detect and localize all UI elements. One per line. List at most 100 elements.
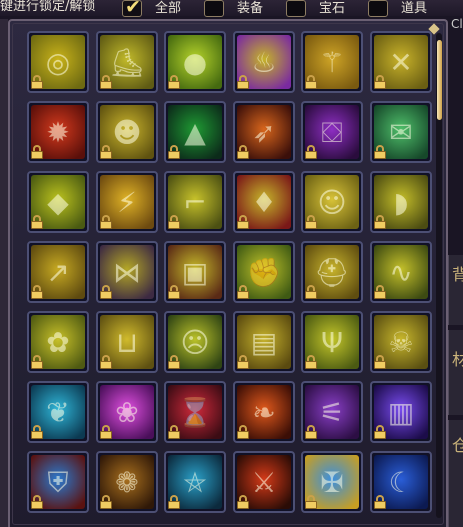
inventory-slot[interactable]: ⚟: [301, 381, 363, 443]
inventory-slot[interactable]: ↗: [27, 241, 89, 303]
inventory-slot[interactable]: ⛨: [27, 451, 89, 513]
lock-icon: [100, 425, 112, 439]
filter-all-label[interactable]: 全部: [155, 0, 181, 16]
lock-icon: [374, 355, 386, 369]
inventory-slot[interactable]: ✉: [370, 101, 432, 163]
inventory-slot[interactable]: ♨: [233, 31, 295, 93]
lock-icon: [237, 75, 249, 89]
inventory-slot[interactable]: ✕: [370, 31, 432, 93]
lock-icon: [237, 285, 249, 299]
lock-icon: [100, 145, 112, 159]
lock-icon: [305, 285, 317, 299]
lock-icon: [31, 495, 43, 509]
lock-icon: [374, 425, 386, 439]
inventory-slot[interactable]: ⛑: [301, 241, 363, 303]
lock-icon: [168, 425, 180, 439]
lock-icon: [168, 355, 180, 369]
inventory-slot[interactable]: ◗: [370, 171, 432, 233]
inventory-slot[interactable]: ▥: [370, 381, 432, 443]
lock-icon: [237, 215, 249, 229]
inventory-slot[interactable]: ❧: [233, 381, 295, 443]
inventory-slot[interactable]: ❀: [96, 381, 158, 443]
inventory-slot[interactable]: ✠: [301, 451, 363, 513]
inventory-slot[interactable]: ⚚: [301, 31, 363, 93]
filter-item-label[interactable]: 道具: [401, 0, 427, 16]
lock-icon: [237, 425, 249, 439]
lock-icon: [100, 495, 112, 509]
lock-icon: [31, 355, 43, 369]
lock-icon: [305, 215, 317, 229]
inventory-slot[interactable]: ⌐: [164, 171, 226, 233]
inventory-slot[interactable]: ∿: [370, 241, 432, 303]
inventory-slot[interactable]: ⚡: [96, 171, 158, 233]
lock-icon: [374, 75, 386, 89]
lock-icon: [31, 145, 43, 159]
filter-equipment-label[interactable]: 装备: [237, 0, 263, 16]
background-edge: [0, 19, 8, 527]
inventory-slot[interactable]: ♦: [233, 171, 295, 233]
filter-gem-checkbox[interactable]: [286, 0, 306, 17]
inventory-slot[interactable]: ✹: [27, 101, 89, 163]
filter-bar: 键进行锁定/解锁 ✔ 全部 装备 宝石 道具: [0, 0, 463, 17]
lock-icon: [31, 75, 43, 89]
lock-icon: [374, 285, 386, 299]
inventory-slot[interactable]: ☹: [164, 311, 226, 373]
side-tab-backpack[interactable]: 背包: [448, 255, 463, 325]
lock-icon: [305, 355, 317, 369]
inventory-slot[interactable]: ⚔: [233, 451, 295, 513]
inventory-slot[interactable]: ✿: [27, 311, 89, 373]
inventory-slot[interactable]: ▲: [164, 101, 226, 163]
inventory-slot[interactable]: ▤: [233, 311, 295, 373]
inventory-slot[interactable]: ✊: [233, 241, 295, 303]
inventory-slot[interactable]: ☻: [96, 101, 158, 163]
filter-gem-label[interactable]: 宝石: [319, 0, 345, 16]
check-icon: ✔: [125, 0, 141, 18]
inventory-slot[interactable]: ●: [164, 31, 226, 93]
lock-icon: [168, 75, 180, 89]
inventory-slot[interactable]: ◎: [27, 31, 89, 93]
lock-icon: [31, 425, 43, 439]
lock-icon: [100, 285, 112, 299]
inventory-slot[interactable]: ▣: [164, 241, 226, 303]
inventory-slot[interactable]: ☾: [370, 451, 432, 513]
inventory-slot[interactable]: ❦: [27, 381, 89, 443]
lock-icon: [100, 355, 112, 369]
lock-icon: [168, 285, 180, 299]
side-tab-materials[interactable]: 材料: [448, 330, 463, 415]
lock-icon: [100, 75, 112, 89]
lock-icon: [168, 495, 180, 509]
lock-icon: [168, 215, 180, 229]
inventory-slot[interactable]: ⛋: [301, 101, 363, 163]
filter-all-checkbox[interactable]: ✔: [122, 0, 142, 17]
side-tab-materials-label: 材料: [452, 350, 463, 369]
lock-icon: [237, 355, 249, 369]
lock-icon: [100, 215, 112, 229]
inventory-slot[interactable]: ⌛: [164, 381, 226, 443]
lock-hint-text: 键进行锁定/解锁: [0, 0, 96, 14]
lock-icon: [374, 495, 386, 509]
lock-icon: [374, 145, 386, 159]
inventory-slot[interactable]: ◆: [27, 171, 89, 233]
inventory-slot[interactable]: ➶: [233, 101, 295, 163]
inventory-slot[interactable]: ⊔: [96, 311, 158, 373]
lock-icon: [237, 145, 249, 159]
inventory-slot[interactable]: ☺: [301, 171, 363, 233]
lock-icon: [168, 145, 180, 159]
lock-icon: [31, 285, 43, 299]
scrollbar-thumb[interactable]: [437, 40, 442, 120]
inventory-slot[interactable]: ⋈: [96, 241, 158, 303]
lock-icon: [237, 495, 249, 509]
lock-icon: [374, 215, 386, 229]
inventory-slot[interactable]: ⛸: [96, 31, 158, 93]
side-tab-warehouse[interactable]: 仓库: [448, 420, 463, 527]
lock-icon: [305, 145, 317, 159]
filter-item-checkbox[interactable]: [368, 0, 388, 17]
inventory-slot[interactable]: ☠: [370, 311, 432, 373]
side-tab-backpack-label: 背包: [452, 265, 463, 284]
inventory-slot[interactable]: ⛤: [164, 451, 226, 513]
inventory-slot[interactable]: ❁: [96, 451, 158, 513]
filter-equipment-checkbox[interactable]: [204, 0, 224, 17]
lock-icon: [305, 425, 317, 439]
lock-icon: [305, 75, 317, 89]
inventory-slot[interactable]: Ψ: [301, 311, 363, 373]
